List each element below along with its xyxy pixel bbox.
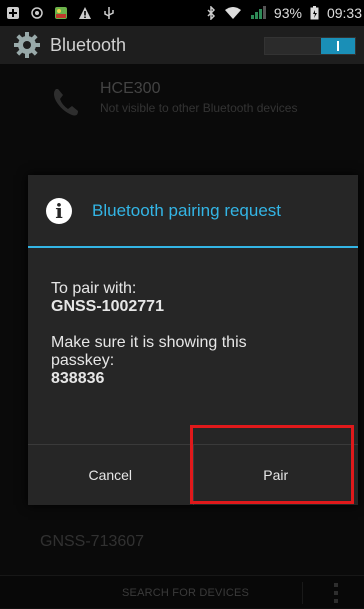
- image-icon: [55, 7, 67, 19]
- status-bar: 93% 09:33: [0, 0, 364, 26]
- warning-icon: [79, 7, 91, 19]
- info-icon: i: [46, 197, 72, 224]
- battery-icon: [310, 6, 319, 20]
- passkey-message: Make sure it is showing this passkey:: [51, 334, 247, 369]
- app-bar: Bluetooth: [0, 26, 364, 64]
- bluetooth-icon: [207, 6, 215, 20]
- bluetooth-toggle[interactable]: [264, 37, 356, 55]
- dialog-body: To pair with: GNSS-1002771 Make sure it …: [28, 248, 358, 388]
- sync-icon: [31, 7, 43, 19]
- wifi-icon: [224, 7, 241, 19]
- pair-with-label: To pair with:: [51, 280, 137, 297]
- signal-icon: [250, 6, 266, 19]
- dialog-title: Bluetooth pairing request: [92, 200, 282, 220]
- usb-icon: [104, 7, 114, 19]
- clock: 09:33: [326, 5, 362, 21]
- target-device-name: GNSS-1002771: [51, 298, 164, 315]
- pair-button-highlight: [190, 425, 354, 504]
- page-title: Bluetooth: [50, 34, 127, 55]
- passkey-value: 838836: [51, 370, 105, 387]
- settings-gear-icon[interactable]: [12, 30, 42, 60]
- dialog-header: i Bluetooth pairing request: [28, 175, 358, 248]
- toggle-knob: [321, 38, 355, 54]
- notification-plus-icon: [7, 7, 19, 19]
- cancel-button[interactable]: Cancel: [28, 445, 193, 505]
- battery-percent: 93%: [273, 5, 302, 21]
